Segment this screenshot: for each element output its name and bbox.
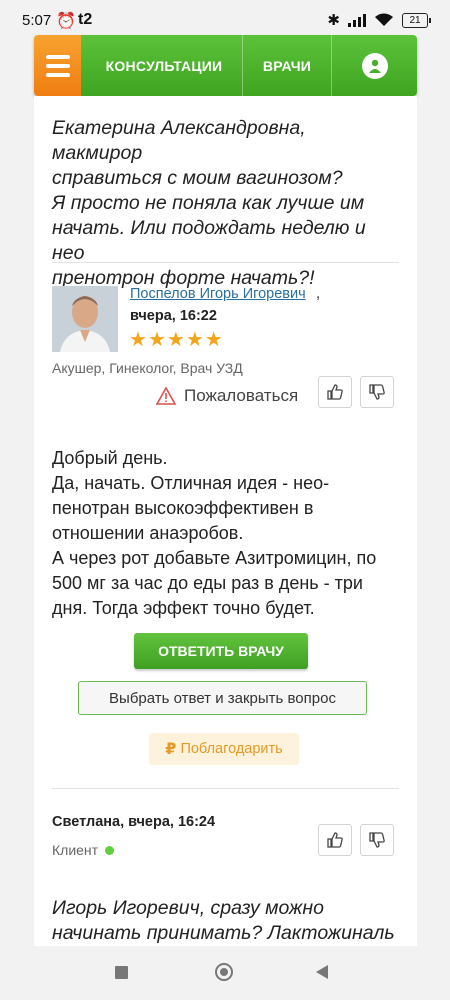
doctor-avatar[interactable] (52, 286, 118, 352)
dislike-button[interactable] (360, 824, 394, 856)
client-role: Клиент (52, 842, 115, 858)
divider (52, 262, 399, 263)
message-line: Игорь Игоревич, сразу можно (52, 897, 324, 919)
recent-apps-icon[interactable] (115, 966, 128, 979)
like-button[interactable] (318, 376, 352, 408)
doctor-specialty: Акушер, Гинеколог, Врач УЗД (52, 360, 243, 376)
message-line: начать. Или подождать неделю и нео (52, 217, 366, 264)
answer-line: пенотран высокоэффективен в (52, 498, 314, 518)
online-status-icon (105, 845, 115, 855)
question-message: Екатерина Александровна, макмирор справи… (52, 116, 397, 291)
profile-button[interactable] (332, 35, 417, 96)
wifi-icon (374, 13, 394, 27)
answer-line: А через рот добавьте Азитромицин, по (52, 548, 377, 568)
status-time: 5:07 (22, 12, 52, 29)
carrier-label: t2 (78, 11, 93, 28)
client-role-label: Клиент (52, 842, 99, 858)
star-icon: ★ (129, 329, 147, 351)
bluetooth-icon: ✱ (327, 12, 340, 29)
consultation-thread: Екатерина Александровна, макмирор справи… (34, 96, 417, 976)
divider (52, 788, 399, 789)
answer-date: вчера, 16:22 (130, 308, 217, 324)
thumbs-up-icon (327, 384, 343, 400)
thumbs-down-icon (369, 832, 385, 848)
message-line: Екатерина Александровна, макмирор (52, 117, 306, 164)
dislike-button[interactable] (360, 376, 394, 408)
answer-line: Добрый день. (52, 448, 168, 468)
back-icon[interactable] (316, 965, 328, 979)
thumbs-down-icon (369, 384, 385, 400)
reply-doctor-button[interactable]: ОТВЕТИТЬ ВРАЧУ (134, 633, 308, 669)
system-navigation-bar (0, 946, 450, 1000)
user-icon (361, 52, 388, 79)
message-line: справиться с моим вагинозом? (52, 167, 343, 189)
answer-line: Да, начать. Отличная идея - нео- (52, 473, 330, 493)
nav-tabs: КОНСУЛЬТАЦИИ ВРАЧИ (81, 35, 417, 96)
thumbs-up-icon (327, 832, 343, 848)
alarm-icon: ⏰ (56, 13, 76, 30)
name-separator: , (316, 286, 321, 302)
top-navigation: КОНСУЛЬТАЦИИ ВРАЧИ (34, 35, 417, 96)
message-line: начинать принимать? Лактожиналь (52, 922, 395, 944)
signal-icon (348, 13, 366, 27)
star-icon: ★ (147, 329, 166, 351)
thank-label: Поблагодарить (180, 741, 283, 757)
complain-link[interactable]: Пожаловаться (156, 386, 298, 406)
answer-line: 500 мг за час до еды раз в день - три (52, 573, 363, 593)
star-icon: ★ (204, 329, 223, 351)
home-icon[interactable] (215, 963, 233, 981)
star-icon: ★ (166, 329, 185, 351)
client-message: Игорь Игоревич, сразу можно начинать при… (52, 896, 397, 946)
like-button[interactable] (318, 824, 352, 856)
star-icon: ★ (185, 329, 204, 351)
thank-button[interactable]: ₽ Поблагодарить (149, 733, 299, 765)
status-icons: ✱ 21 (327, 11, 431, 29)
tab-doctors[interactable]: ВРАЧИ (243, 35, 332, 96)
tab-consultations[interactable]: КОНСУЛЬТАЦИИ (81, 35, 243, 96)
ruble-icon: ₽ (165, 741, 177, 758)
choose-answer-button[interactable]: Выбрать ответ и закрыть вопрос (78, 681, 367, 715)
answer-line: отношении анаэробов. (52, 523, 244, 543)
complain-label: Пожаловаться (184, 386, 299, 405)
doctor-rating: ★ ★ ★ ★ ★ (129, 330, 223, 350)
doctor-answer: Добрый день. Да, начать. Отличная идея -… (52, 446, 392, 621)
warning-icon (156, 387, 176, 405)
battery-icon: 21 (402, 12, 431, 28)
answer-line: дня. Тогда эффект точно будет. (52, 598, 315, 618)
menu-icon[interactable] (34, 35, 81, 96)
message-line: Я просто не поняла как лучше им (52, 192, 365, 214)
client-name-date: Светлана, вчера, 16:24 (52, 814, 216, 830)
doctor-name-link[interactable]: Поспелов Игорь Игоревич (130, 286, 306, 302)
